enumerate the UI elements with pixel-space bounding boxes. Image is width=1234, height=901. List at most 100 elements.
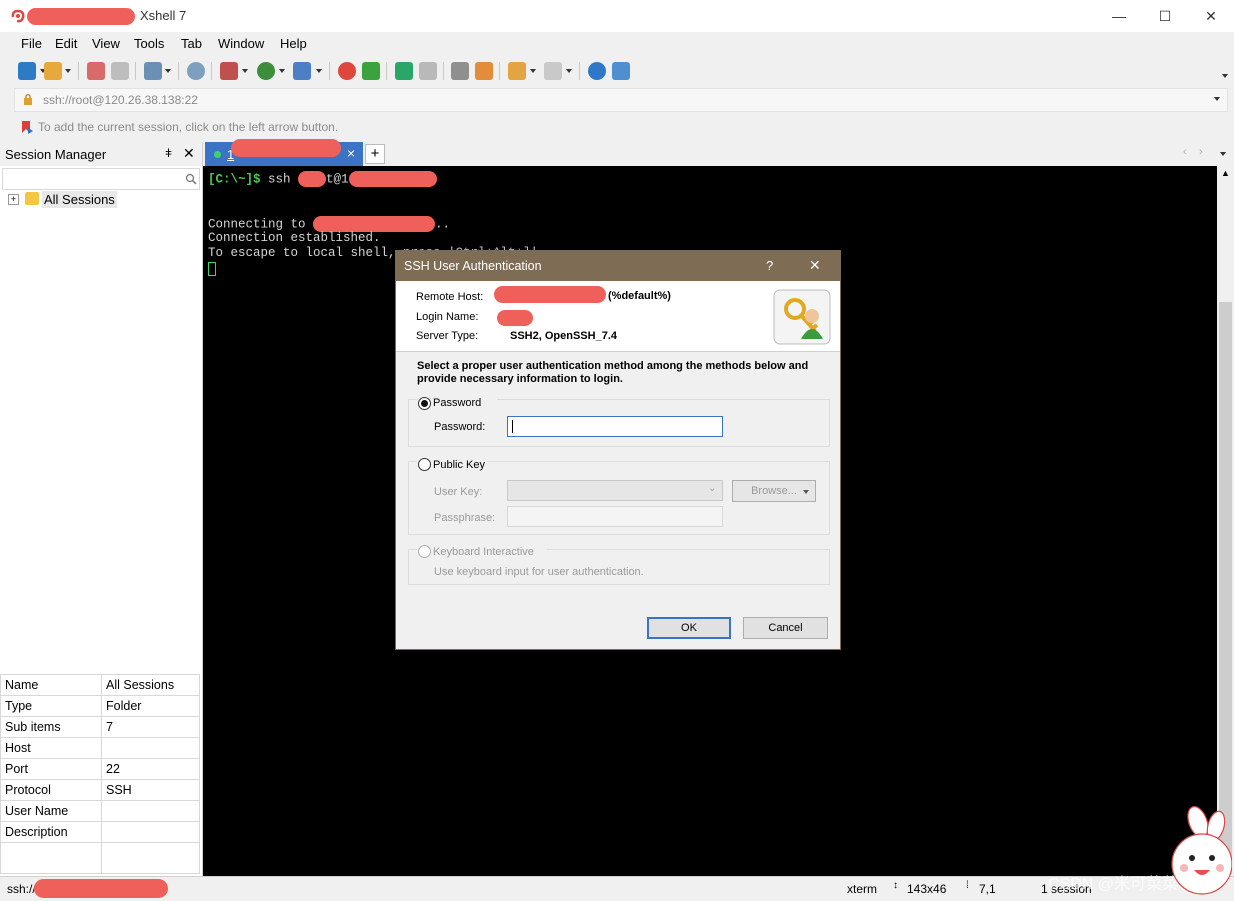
password-option-label[interactable]: Password: [433, 397, 481, 409]
property-value: 22: [101, 758, 200, 780]
address-bar[interactable]: ssh://root@120.26.38.138:22: [14, 88, 1228, 112]
menu-edit[interactable]: Edit: [55, 36, 77, 51]
menu-view[interactable]: View: [92, 36, 120, 51]
menu-file[interactable]: File: [21, 36, 42, 51]
new-session-icon[interactable]: [18, 62, 36, 80]
tab-scroll-left-icon[interactable]: ‹: [1183, 146, 1187, 158]
pin-icon[interactable]: ǂ: [165, 146, 172, 160]
chevron-down-icon[interactable]: [566, 69, 572, 73]
search-icon[interactable]: [187, 62, 205, 80]
toolbar-separator: [579, 62, 580, 80]
close-tab-icon[interactable]: ×: [347, 145, 355, 161]
add-folder-icon[interactable]: [508, 62, 526, 80]
xshell-icon[interactable]: [338, 62, 356, 80]
globe-icon[interactable]: [257, 62, 275, 80]
session-manager-panel: Session Manager ǂ ✕ + All Sessions Name A…: [0, 142, 203, 876]
cancel-button-label: Cancel: [768, 622, 803, 634]
highlight-icon[interactable]: [475, 62, 493, 80]
keyboard-interactive-radio[interactable]: [418, 545, 431, 558]
property-value: [101, 800, 200, 822]
bookmark-arrow-icon[interactable]: [20, 120, 34, 134]
chevron-down-icon[interactable]: [279, 69, 285, 73]
browse-button-label: Browse...: [751, 485, 797, 497]
chevron-down-icon[interactable]: [242, 69, 248, 73]
text-caret: [512, 420, 513, 433]
dialog-title-bar: SSH User Authentication ? ✕: [396, 251, 840, 281]
xshell-logo-icon: [11, 9, 25, 23]
menu-tab[interactable]: Tab: [181, 36, 202, 51]
hint-text: To add the current session, click on the…: [38, 120, 339, 134]
tree-expand-icon[interactable]: +: [8, 194, 19, 205]
disconnect-icon[interactable]: [111, 62, 129, 80]
dialog-help-button[interactable]: ?: [766, 258, 773, 273]
connect-icon[interactable]: [87, 62, 105, 80]
password-radio[interactable]: [418, 397, 431, 410]
layout-icon[interactable]: [220, 62, 238, 80]
hint-bar: To add the current session, click on the…: [0, 116, 1234, 138]
chevron-down-icon[interactable]: [530, 69, 536, 73]
chevron-down-icon[interactable]: [65, 69, 71, 73]
open-folder-icon[interactable]: [44, 62, 62, 80]
help-icon[interactable]: [588, 62, 606, 80]
ok-button[interactable]: OK: [647, 617, 731, 639]
chevron-down-icon[interactable]: [316, 69, 322, 73]
font-icon[interactable]: [293, 62, 311, 80]
fullscreen-icon[interactable]: [395, 62, 413, 80]
redacted-user: [298, 171, 327, 187]
terminal-scrollbar[interactable]: ▲: [1217, 166, 1234, 876]
chevron-down-icon[interactable]: [165, 69, 171, 73]
properties-icon[interactable]: [144, 62, 162, 80]
properties-table: Name All Sessions Type Folder Sub items 7 H…: [0, 674, 200, 874]
property-row: Port 22: [0, 758, 200, 780]
tab-scroll-right-icon[interactable]: ›: [1199, 146, 1203, 158]
password-input[interactable]: [507, 416, 723, 437]
dialog-close-button[interactable]: ✕: [809, 257, 821, 274]
tree-item-all-sessions[interactable]: All Sessions: [42, 191, 117, 208]
search-icon[interactable]: [185, 173, 197, 185]
property-value: [101, 821, 200, 843]
toolbar-overflow-icon[interactable]: [1222, 74, 1228, 78]
close-window-button[interactable]: ✕: [1188, 0, 1234, 32]
scrollbar-thumb[interactable]: [1219, 302, 1232, 874]
property-row: [0, 842, 200, 874]
scroll-up-icon[interactable]: ▲: [1221, 168, 1230, 178]
toolbar-separator: [135, 62, 136, 80]
keyboard-interactive-label[interactable]: Keyboard Interactive: [433, 546, 534, 558]
property-row: Type Folder: [0, 695, 200, 717]
user-key-label: User Key:: [434, 486, 483, 498]
menu-help[interactable]: Help: [280, 36, 307, 51]
menu-tools[interactable]: Tools: [134, 36, 164, 51]
address-dropdown-icon[interactable]: [1214, 97, 1220, 101]
cursor-position-icon: ⁞: [966, 880, 969, 891]
keyboard-icon[interactable]: [451, 62, 469, 80]
toolbar-separator: [443, 62, 444, 80]
browse-dropdown-icon[interactable]: [803, 490, 809, 494]
tab-list-dropdown-icon[interactable]: [1220, 152, 1226, 156]
menu-bar: File Edit View Tools Tab Window Help: [0, 32, 1234, 56]
status-terminal-type: xterm: [847, 882, 877, 896]
chevron-down-icon: ⌄: [708, 483, 717, 494]
cancel-button[interactable]: Cancel: [743, 617, 828, 639]
lock-icon[interactable]: [419, 62, 437, 80]
maximize-button[interactable]: ☐: [1142, 0, 1188, 32]
menu-window[interactable]: Window: [218, 36, 264, 51]
minimize-button[interactable]: —: [1096, 0, 1142, 32]
new-tab-button[interactable]: +: [365, 144, 385, 164]
tab-session-1[interactable]: 1 ×: [205, 139, 363, 166]
property-row: Name All Sessions: [0, 674, 200, 696]
user-key-select[interactable]: ⌄: [507, 480, 723, 501]
property-key: Type: [0, 695, 102, 717]
size-icon: ↕: [893, 880, 898, 891]
close-panel-icon[interactable]: ✕: [183, 145, 195, 162]
redacted-remote-host: [494, 286, 606, 303]
xftp-icon[interactable]: [362, 62, 380, 80]
public-key-radio[interactable]: [418, 458, 431, 471]
session-search-input[interactable]: [2, 168, 200, 190]
compose-icon[interactable]: [544, 62, 562, 80]
public-key-option-label[interactable]: Public Key: [433, 459, 485, 471]
dialog-title: SSH User Authentication: [404, 259, 542, 273]
property-row: User Name: [0, 800, 200, 822]
chat-icon[interactable]: [612, 62, 630, 80]
address-input[interactable]: ssh://root@120.26.38.138:22: [43, 93, 198, 107]
passphrase-input[interactable]: [507, 506, 723, 527]
